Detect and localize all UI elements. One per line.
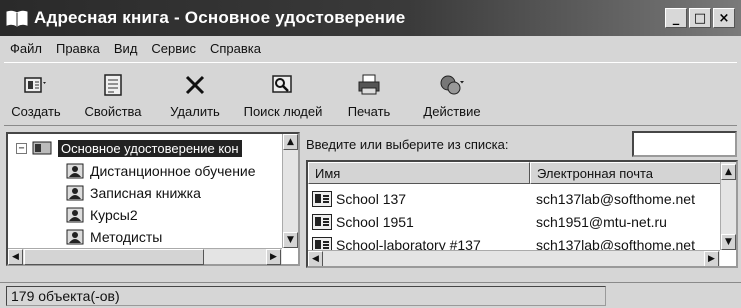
tree-root-item[interactable]: − Основное удостоверение кон (16, 138, 242, 158)
new-label: Создать (11, 104, 61, 119)
find-people-button[interactable]: Поиск людей (232, 67, 334, 125)
column-name-header[interactable]: Имя (308, 162, 530, 184)
contact-card-icon (312, 214, 332, 230)
tree-item-label: Методисты (90, 229, 163, 245)
contact-email: sch1951@mtu-net.ru (536, 214, 667, 230)
contact-name: School 1951 (336, 214, 414, 230)
action-label: Действие (423, 104, 481, 119)
tree-item-label: Курсы2 (90, 207, 138, 223)
folder-tree[interactable]: − Основное удостоверение кон Дистанционн… (6, 132, 300, 266)
menu-tools[interactable]: Сервис (151, 41, 196, 56)
group-icon (66, 229, 84, 245)
list-item[interactable]: School 137 sch137lab@softhome.net (308, 188, 722, 210)
contact-name: School 137 (336, 191, 407, 207)
new-button[interactable]: Создать (4, 67, 68, 125)
scroll-right-icon[interactable]: ▶ (704, 251, 719, 266)
scroll-left-icon[interactable]: ◀ (308, 251, 323, 266)
tree-vertical-scrollbar[interactable]: ▲ ▼ (282, 134, 298, 248)
list-horizontal-scrollbar[interactable]: ◀ ▶ (308, 250, 720, 266)
search-input[interactable] (632, 131, 737, 157)
contact-list[interactable]: Имя Электронная почта School 137 sch137l… (306, 160, 738, 268)
delete-icon (181, 72, 209, 98)
tree-item-label: Дистанционное обучение (90, 163, 256, 179)
collapse-toggle[interactable]: − (16, 142, 27, 154)
book-icon (6, 10, 28, 27)
tree-item-methodists[interactable]: Методисты (66, 226, 162, 248)
tree-item-courses2[interactable]: Курсы2 (66, 204, 138, 226)
menu-file[interactable]: Файл (10, 41, 42, 56)
menu-help[interactable]: Справка (210, 41, 261, 56)
window-title: Адресная книга - Основное удостоверение (34, 8, 406, 27)
tree-item-distance-learning[interactable]: Дистанционное обучение (66, 160, 256, 182)
print-label: Печать (347, 104, 391, 119)
scroll-up-icon[interactable]: ▲ (283, 134, 298, 150)
minimize-button[interactable]: _ (665, 8, 687, 28)
group-icon (66, 207, 84, 223)
properties-button[interactable]: Свойства (68, 67, 158, 125)
find-people-label: Поиск людей (243, 104, 323, 119)
scroll-up-icon[interactable]: ▲ (721, 164, 736, 180)
column-email-header[interactable]: Электронная почта (530, 162, 722, 184)
delete-label: Удалить (170, 104, 220, 119)
contact-email: sch137lab@softhome.net (536, 191, 695, 207)
group-icon (66, 163, 84, 179)
action-icon (438, 72, 466, 98)
address-book-window: Адресная книга - Основное удостоверение … (0, 0, 741, 308)
contact-card-icon (312, 191, 332, 207)
scroll-down-icon[interactable]: ▼ (721, 234, 736, 250)
list-vertical-scrollbar[interactable]: ▲ ▼ (720, 162, 736, 250)
scroll-right-icon[interactable]: ▶ (266, 249, 281, 265)
address-book-icon (32, 141, 52, 155)
print-button[interactable]: Печать (334, 67, 404, 125)
menu-bar: Файл Правка Вид Сервис Справка (0, 36, 741, 60)
tree-root-label: Основное удостоверение кон (58, 139, 242, 157)
scroll-thumb[interactable] (24, 249, 204, 265)
maximize-button[interactable]: □ (689, 8, 711, 28)
tree-item-notebook[interactable]: Записная книжка (66, 182, 201, 204)
status-bar: 179 объекта(-ов) (0, 282, 741, 308)
toolbar: Создать Свойства Удалить Поиск людей Печ… (4, 62, 737, 126)
list-header: Имя Электронная почта (308, 162, 722, 184)
new-contact-icon (22, 72, 50, 98)
properties-label: Свойства (84, 104, 142, 119)
action-button[interactable]: Действие (404, 67, 500, 125)
scroll-left-icon[interactable]: ◀ (8, 249, 23, 265)
search-label: Введите или выберите из списка: (306, 137, 509, 152)
status-panel: 179 объекта(-ов) (6, 285, 606, 306)
find-people-icon (269, 72, 297, 98)
scroll-down-icon[interactable]: ▼ (283, 232, 298, 248)
title-bar: Адресная книга - Основное удостоверение … (0, 0, 741, 36)
print-icon (355, 72, 383, 98)
window-controls: _ □ × (665, 8, 735, 28)
menu-view[interactable]: Вид (114, 41, 138, 56)
list-item[interactable]: School 1951 sch1951@mtu-net.ru (308, 211, 722, 233)
tree-item-label: Записная книжка (90, 185, 201, 201)
close-button[interactable]: × (713, 8, 735, 28)
tree-horizontal-scrollbar[interactable]: ◀ ▶ (8, 248, 282, 265)
delete-button[interactable]: Удалить (158, 67, 232, 125)
status-text: 179 объекта(-ов) (11, 287, 120, 304)
menu-edit[interactable]: Правка (56, 41, 100, 56)
group-icon (66, 185, 84, 201)
properties-icon (99, 72, 127, 98)
